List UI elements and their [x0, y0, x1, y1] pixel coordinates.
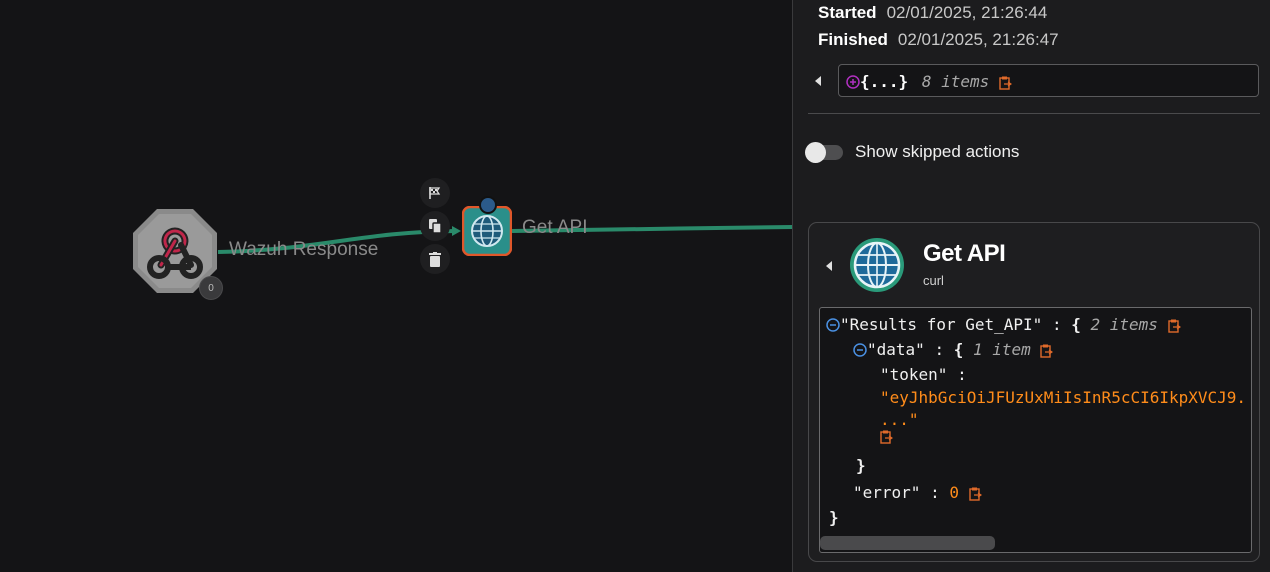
toggle-knob[interactable]: [805, 142, 826, 163]
json-open-brace: {: [1071, 315, 1081, 334]
json-colon: :: [934, 340, 945, 359]
collapsed-object[interactable]: {...}: [860, 72, 908, 91]
item-count: 8 items: [921, 72, 990, 91]
json-root-close-brace: }: [829, 508, 839, 527]
json-token-line: "token" :: [880, 365, 967, 384]
json-data-close-brace: }: [856, 456, 866, 475]
finished-row: Finished 02/01/2025, 21:26:47: [818, 30, 1059, 50]
json-data-count: 1 item: [973, 340, 1031, 359]
node-label-wazuh-response: Wazuh Response: [229, 239, 379, 260]
json-token-key: "token": [880, 365, 948, 384]
node-status-dot: [479, 196, 497, 214]
card-collapse-caret-icon[interactable]: [826, 261, 832, 271]
delete-node-button[interactable]: [420, 244, 450, 274]
copy-to-clipboard-icon[interactable]: [968, 487, 982, 501]
json-token-continuation: ...": [880, 410, 919, 429]
started-label: Started: [818, 3, 877, 22]
json-error-key: "error": [853, 483, 921, 502]
result-json-viewer[interactable]: "Results for Get_API" : { 2 items "data"…: [819, 307, 1252, 553]
copy-to-clipboard-icon[interactable]: [999, 76, 1012, 90]
json-token-value: "eyJhbGciOiJFUzUxMiIsInR5cCI6IkpXVCJ9.: [880, 388, 1247, 407]
flag-icon: [429, 187, 441, 199]
json-colon: :: [957, 365, 967, 384]
execution-json-viewer[interactable]: {...} 8 items: [838, 64, 1259, 97]
flag-button[interactable]: [420, 178, 450, 208]
json-root-line: "Results for Get_API" : { 2 items: [826, 315, 1181, 334]
json-data-key: "data": [867, 340, 925, 359]
json-error-line: "error" : 0: [853, 483, 982, 502]
node-badge: 0: [199, 276, 223, 300]
started-row: Started 02/01/2025, 21:26:44: [818, 3, 1047, 23]
json-root-count: 2 items: [1090, 315, 1158, 334]
collapse-minus-icon[interactable]: [853, 343, 867, 357]
json-colon: :: [1051, 315, 1062, 334]
json-open-brace: {: [953, 340, 964, 359]
show-skipped-label: Show skipped actions: [855, 142, 1020, 161]
section-divider: [808, 113, 1260, 114]
horizontal-scrollbar[interactable]: [820, 536, 995, 550]
action-result-card: Get API curl "Results for Get_API" : { 2…: [808, 222, 1260, 562]
finished-value: 02/01/2025, 21:26:47: [897, 30, 1059, 49]
copy-to-clipboard-icon[interactable]: [1167, 319, 1181, 333]
execution-details-panel: Started 02/01/2025, 21:26:44 Finished 02/0…: [792, 0, 1270, 572]
started-value: 02/01/2025, 21:26:44: [886, 3, 1048, 22]
globe-icon: [850, 238, 904, 292]
json-colon: :: [930, 483, 940, 502]
trash-icon: [429, 251, 441, 267]
collapse-minus-icon[interactable]: [826, 318, 840, 332]
json-root-key: "Results for Get_API": [840, 315, 1043, 334]
copy-node-button[interactable]: [420, 211, 450, 241]
copy-icon: [429, 219, 442, 234]
workflow-edges: [217, 225, 792, 254]
edge-arrowhead: [452, 226, 461, 236]
copy-to-clipboard-icon[interactable]: [880, 430, 893, 444]
finished-label: Finished: [818, 30, 888, 49]
result-title: Get API: [923, 240, 1006, 267]
node-label-get-api: Get API: [522, 217, 588, 238]
result-subtitle: curl: [923, 273, 944, 288]
copy-to-clipboard-icon[interactable]: [1040, 344, 1054, 358]
json-error-value: 0: [949, 483, 959, 502]
workflow-canvas[interactable]: 0 Wazuh Response Get API: [0, 0, 792, 572]
json-data-line: "data" : { 1 item: [853, 340, 1054, 359]
collapse-caret-icon[interactable]: [815, 76, 821, 86]
expand-plus-icon[interactable]: [846, 75, 860, 89]
